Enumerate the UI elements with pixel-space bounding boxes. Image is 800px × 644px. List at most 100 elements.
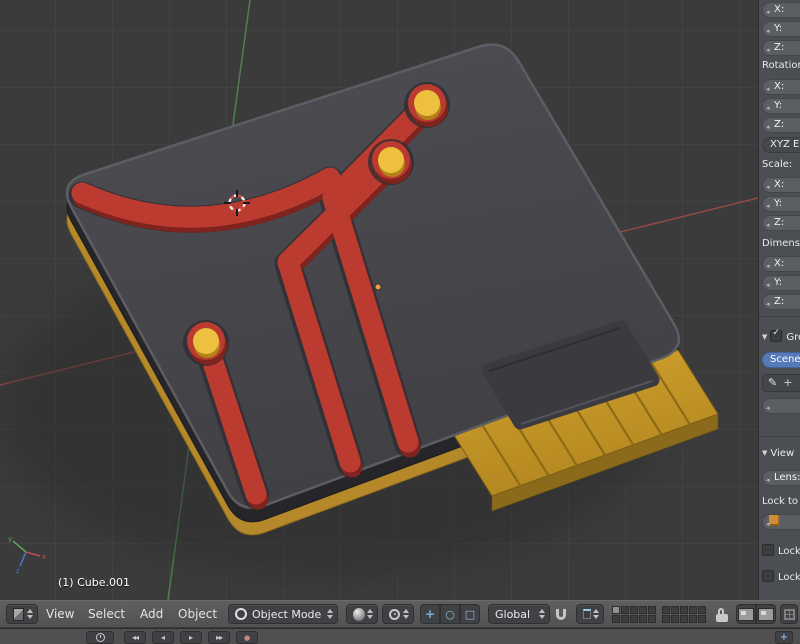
grease-pencil-panel-header[interactable]: Grease Pencil [762,330,800,346]
menu-object[interactable]: Object [178,601,217,627]
layer-toggle[interactable] [662,615,670,623]
layer-toggle[interactable] [648,606,656,614]
view-panel-header[interactable]: View [762,448,800,464]
rotation-z-field[interactable]: Z: [762,117,800,133]
scale-z-field[interactable]: Z: [762,215,800,231]
layer-toggle[interactable] [621,615,629,623]
snap-element-dropdown[interactable] [576,604,604,624]
manipulator-translate-button[interactable] [420,604,440,624]
manipulator-scale-button[interactable] [460,604,480,624]
orientation-label: Global [495,608,530,621]
scale-y-field[interactable]: Y: [762,196,800,212]
pad [404,82,450,128]
clock-icon [96,633,105,642]
layer-toggle[interactable] [612,615,620,623]
layer-toggle[interactable] [671,606,679,614]
mode-label: Object Mode [252,608,321,621]
layer-toggle[interactable] [671,615,679,623]
timeline-editor-selector[interactable] [86,631,114,644]
gp-layer-row[interactable]: + [762,374,800,392]
lens-field[interactable]: Lens: [762,470,800,486]
shading-dropdown[interactable] [346,604,378,624]
lock-icon [716,614,728,622]
3d-viewport[interactable]: y x z (1) Cube.001 [0,0,758,600]
viewport-object-info: (1) Cube.001 [58,576,130,589]
updown-arrows-icon [367,609,374,619]
gizmo-x-label: x [42,553,46,561]
snap-element-icon [583,609,591,619]
jump-to-start-button[interactable] [124,631,146,644]
previous-frame-button[interactable] [152,631,174,644]
dimensions-x-field[interactable]: X: [762,256,800,272]
layer-toggle[interactable] [639,615,647,623]
layer-toggle[interactable] [698,606,706,614]
timeline-header [0,628,800,644]
updown-arrows-icon [27,609,34,619]
lock-camera-checkbox[interactable]: Lock Camera to View [762,570,800,586]
updown-arrows-icon [403,609,410,619]
panel-separator [759,316,800,317]
layer-toggle[interactable] [698,615,706,623]
properties-shelf: X: Y: Z: Rotation: X: Y: Z: XYZ Euler Sc… [758,0,800,600]
record-button[interactable] [236,631,258,644]
strip-add-button[interactable] [775,631,793,644]
view-header-label: View [770,448,794,459]
mode-dropdown[interactable]: Object Mode [228,604,338,624]
location-x-field[interactable]: X: [762,2,800,18]
grid-icon [784,609,795,620]
dimensions-y-field[interactable]: Y: [762,275,800,291]
pencil-icon [768,376,777,389]
pivot-dropdown[interactable] [382,604,414,624]
location-z-field[interactable]: Z: [762,40,800,56]
jump-to-end-button[interactable] [208,631,230,644]
cube-object-icon [769,515,780,526]
panel-separator [759,436,800,437]
layer-toggle[interactable] [630,615,638,623]
checkbox-icon [762,544,774,556]
layer-toggle[interactable] [648,615,656,623]
pivot-center-icon [389,609,400,620]
layer-toggle[interactable] [639,606,647,614]
header-grid-button[interactable] [780,604,798,624]
rotation-y-field[interactable]: Y: [762,98,800,114]
editor-type-selector[interactable] [6,604,38,624]
layer-toggle[interactable] [630,606,638,614]
opengl-render-still-button[interactable] [736,604,756,624]
scale-x-field[interactable]: X: [762,177,800,193]
viewport-header: View Select Add Object Object Mode Globa… [0,600,800,628]
lock-scene-button[interactable] [716,601,728,627]
layer-toggle[interactable] [662,606,670,614]
axis-gizmo: y x z [4,532,48,580]
lock-to-object-label: Lock to Object: [762,496,800,512]
menu-add[interactable]: Add [140,601,163,627]
rotation-x-field[interactable]: X: [762,79,800,95]
gp-field[interactable] [762,398,800,414]
checkbox-icon[interactable] [770,330,782,342]
play-button[interactable] [180,631,202,644]
layer-toggle[interactable] [680,615,688,623]
layer-toggle[interactable] [689,606,697,614]
opengl-render-anim-button[interactable] [756,604,776,624]
menu-select[interactable]: Select [88,601,125,627]
layer-toggle[interactable] [680,606,688,614]
layer-toggle[interactable] [689,615,697,623]
object-origin-dot [375,284,381,290]
translate-manipulator-icon [425,607,435,621]
rotation-mode-dropdown[interactable]: XYZ Euler [762,137,800,153]
dimensions-label: Dimensions: [762,238,800,254]
gizmo-y-label: y [8,535,12,543]
lock-object-field[interactable] [762,514,800,530]
rotation-label: Rotation: [762,60,800,76]
snap-toggle-button[interactable] [556,601,566,627]
pad [183,320,229,366]
manipulator-rotate-button[interactable] [440,604,460,624]
layers-group-2 [662,601,706,627]
orientation-dropdown[interactable]: Global [488,604,550,624]
lock-to-cursor-checkbox[interactable]: Lock to Cursor [762,544,800,560]
menu-view[interactable]: View [46,601,74,627]
layer-toggle[interactable] [612,606,620,614]
gp-source-scene-button[interactable]: Scene [762,352,800,368]
location-y-field[interactable]: Y: [762,21,800,37]
layer-toggle[interactable] [621,606,629,614]
dimensions-z-field[interactable]: Z: [762,294,800,310]
